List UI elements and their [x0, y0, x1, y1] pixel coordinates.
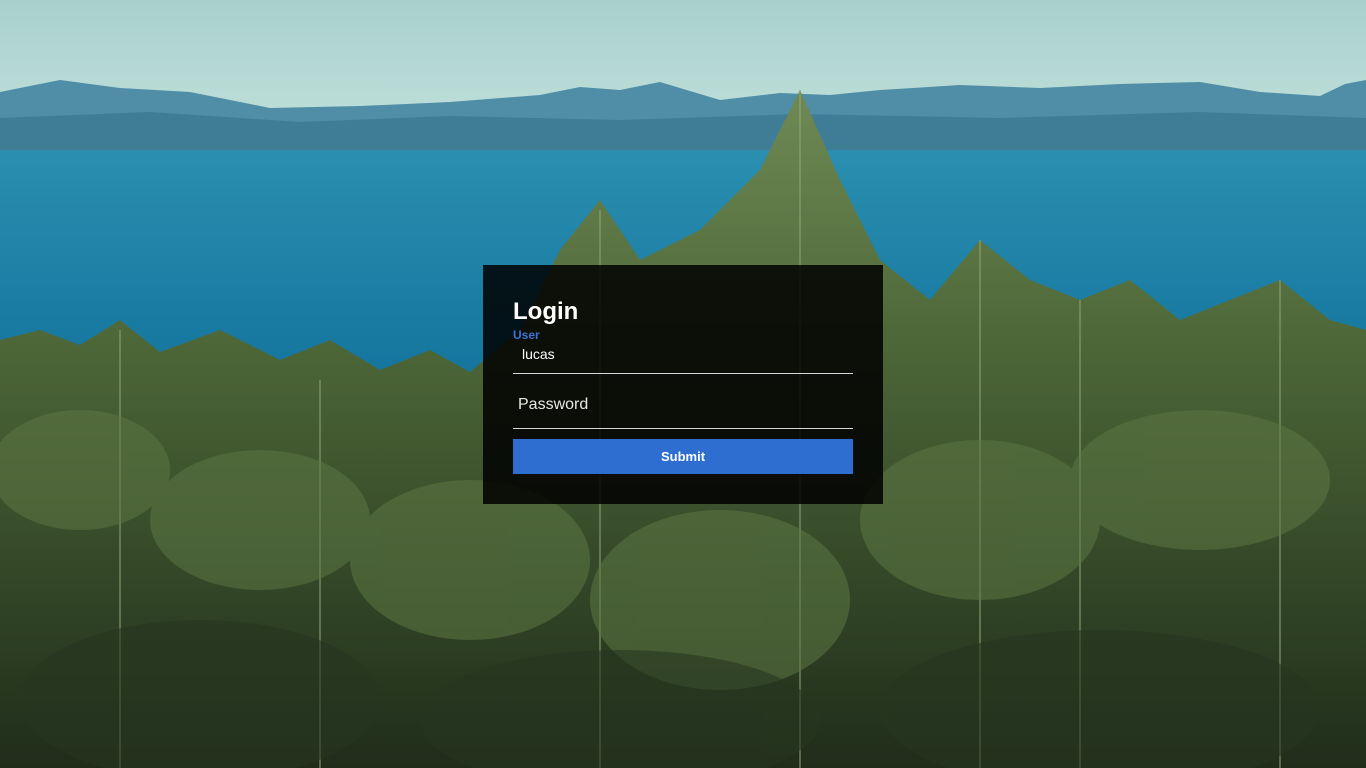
user-field: User — [513, 328, 853, 374]
user-input[interactable] — [513, 344, 853, 364]
login-card: Login User Submit — [483, 265, 883, 504]
user-label: User — [513, 328, 540, 342]
password-field — [513, 387, 853, 429]
login-title: Login — [513, 298, 579, 325]
submit-button[interactable]: Submit — [513, 439, 853, 474]
password-input[interactable] — [513, 393, 853, 417]
